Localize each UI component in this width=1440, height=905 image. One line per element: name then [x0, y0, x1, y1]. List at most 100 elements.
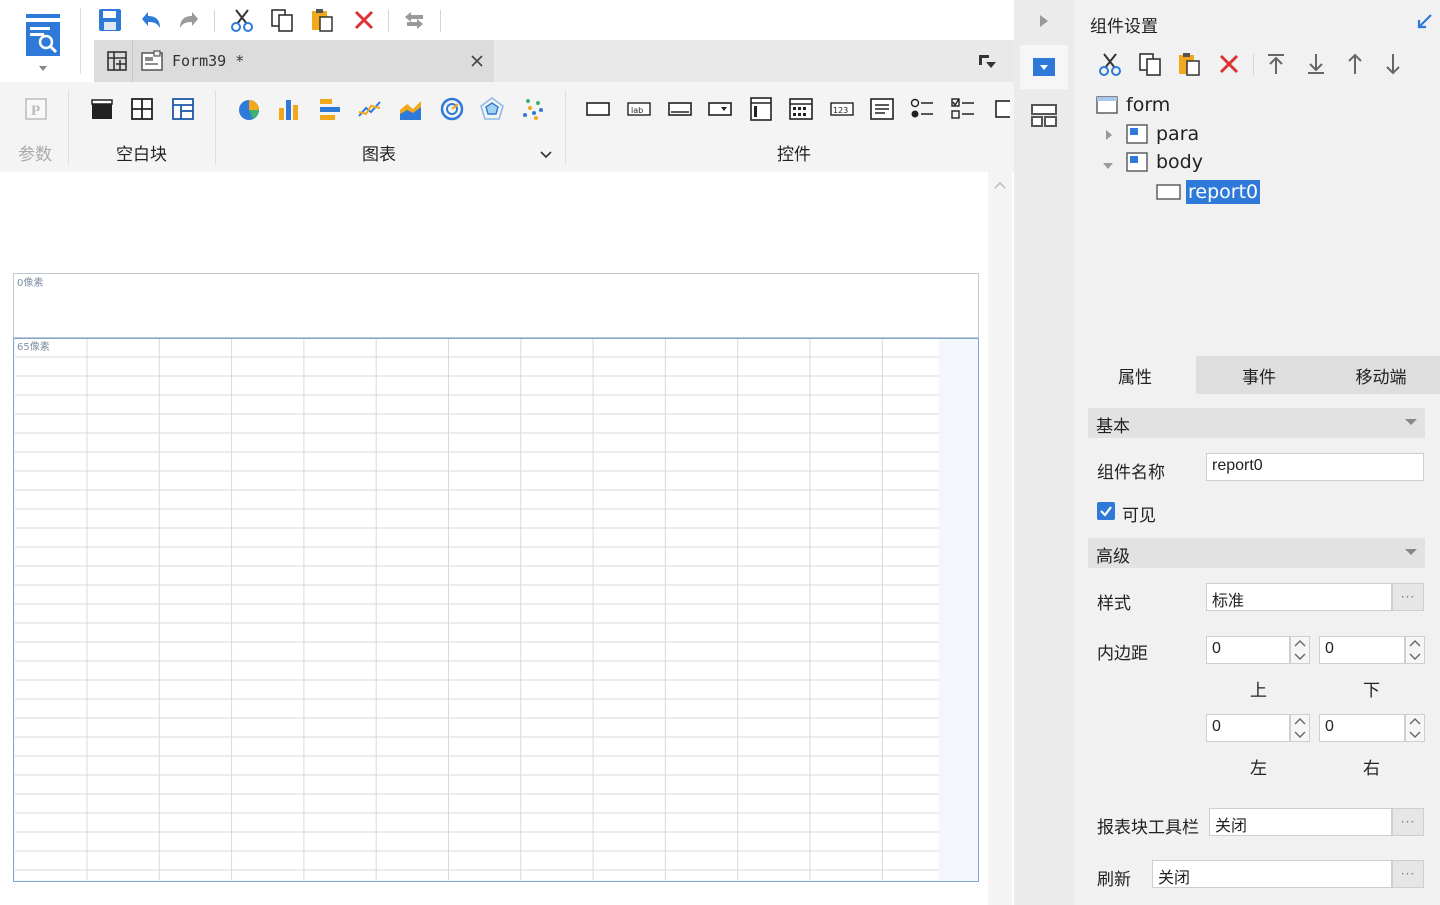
- close-tab-icon[interactable]: [469, 53, 485, 73]
- tree-node-form[interactable]: form: [1096, 94, 1170, 116]
- tab-properties[interactable]: 属性: [1074, 356, 1196, 394]
- component-name-input[interactable]: report0: [1206, 453, 1424, 481]
- copy-button[interactable]: [268, 6, 296, 34]
- button-widget[interactable]: [585, 96, 611, 122]
- component-settings-tab[interactable]: [1020, 45, 1068, 89]
- gauge-chart-button[interactable]: [439, 96, 465, 122]
- delete-button[interactable]: [350, 6, 378, 34]
- line-chart-button[interactable]: [357, 96, 383, 122]
- padding-bottom-caption: 下: [1363, 681, 1380, 701]
- top-toolbar: [88, 0, 1014, 40]
- tab-events[interactable]: 事件: [1198, 356, 1320, 394]
- move-down-button[interactable]: [1379, 50, 1407, 78]
- advanced-section-header[interactable]: 高级: [1088, 538, 1425, 568]
- padding-top-input[interactable]: 0: [1206, 636, 1290, 664]
- redo-button[interactable]: [176, 6, 204, 34]
- collapse-body-arrow-icon[interactable]: [1102, 160, 1114, 175]
- list-box-widget[interactable]: [748, 96, 774, 122]
- text-field-icon: [668, 102, 692, 116]
- radio-group-widget[interactable]: [909, 96, 935, 122]
- expand-para-arrow-icon[interactable]: [1104, 129, 1114, 145]
- padding-bottom-input[interactable]: 0: [1319, 636, 1405, 664]
- tab-bar: Form39 *: [94, 40, 1014, 82]
- chart-group-label: 图表: [362, 145, 396, 165]
- collapse-panel-icon[interactable]: [1416, 12, 1434, 34]
- checkbox-group-widget[interactable]: [950, 96, 976, 122]
- style-more-button[interactable]: ···: [1392, 583, 1424, 611]
- padding-right-input[interactable]: 0: [1319, 714, 1405, 742]
- template-grid-icon[interactable]: [106, 50, 128, 76]
- dropdown-widget[interactable]: [707, 96, 733, 122]
- collapse-arrow-icon[interactable]: [1038, 14, 1050, 32]
- bar-chart-button[interactable]: [276, 96, 302, 122]
- more-widget-partial[interactable]: [990, 96, 1010, 122]
- redo-icon: [180, 12, 198, 28]
- move-to-top-button[interactable]: [1262, 50, 1290, 78]
- undo-button[interactable]: [136, 6, 164, 34]
- controls-group-label: 控件: [777, 145, 811, 165]
- padding-top-stepper[interactable]: [1290, 636, 1310, 664]
- refresh-more-button[interactable]: ···: [1392, 860, 1424, 888]
- horizontal-bar-chart-button[interactable]: [317, 96, 343, 122]
- move-up-button[interactable]: [1341, 50, 1369, 78]
- visible-checkbox[interactable]: [1097, 502, 1115, 524]
- move-to-bottom-button[interactable]: [1302, 50, 1330, 78]
- date-widget[interactable]: [788, 96, 814, 122]
- tree-delete-button[interactable]: [1215, 50, 1243, 78]
- label-widget[interactable]: lab: [626, 96, 652, 122]
- tab-mobile[interactable]: 移动端: [1320, 356, 1440, 394]
- basic-section-header[interactable]: 基本: [1088, 408, 1425, 438]
- block-filled-icon: [91, 99, 113, 119]
- component-settings-panel: 组件设置 form para body report0 属性 事件 移动端 基本…: [1074, 0, 1440, 905]
- report-toolbar-more-button[interactable]: ···: [1392, 808, 1424, 836]
- properties-panel: 基本 组件名称 report0 可见 高级 样式 标准 ··· 内边距 0 0: [1074, 394, 1440, 905]
- chart-expand-chevron-icon[interactable]: [540, 148, 552, 163]
- swap-button[interactable]: [400, 6, 428, 34]
- tab-events-label: 事件: [1242, 367, 1276, 388]
- move-bottom-icon: [1308, 54, 1324, 74]
- report-toolbar-label: 报表块工具栏: [1097, 818, 1199, 838]
- cut-button[interactable]: [228, 6, 256, 34]
- scatter-chart-button[interactable]: [520, 96, 546, 122]
- report-toolbar-input[interactable]: 关闭: [1209, 808, 1392, 836]
- property-tabs: 属性 事件 移动端: [1074, 356, 1440, 394]
- refresh-label: 刷新: [1097, 870, 1131, 890]
- vertical-scrollbar[interactable]: [988, 172, 1012, 905]
- refresh-input[interactable]: 关闭: [1152, 860, 1392, 888]
- text-area-widget[interactable]: [869, 96, 895, 122]
- pie-chart-button[interactable]: [236, 96, 262, 122]
- save-button[interactable]: [96, 6, 124, 34]
- paste-button[interactable]: [308, 6, 336, 34]
- tree-paste-button[interactable]: [1175, 50, 1203, 78]
- param-p-icon[interactable]: P: [23, 96, 49, 122]
- copy-icon: [271, 9, 293, 32]
- layout-panel-icon[interactable]: [1030, 102, 1058, 132]
- scroll-up-chevron-icon[interactable]: [994, 178, 1006, 193]
- tree-cut-button[interactable]: [1096, 50, 1124, 78]
- number-widget[interactable]: 123: [829, 96, 855, 122]
- tree-node-report0[interactable]: report0: [1156, 180, 1261, 204]
- para-block[interactable]: 0像素: [13, 273, 979, 338]
- absolute-block-button[interactable]: [89, 96, 115, 122]
- tree-copy-button[interactable]: [1136, 50, 1164, 78]
- tree-node-body[interactable]: body: [1126, 151, 1203, 173]
- main-menu-button[interactable]: [14, 8, 72, 78]
- tab-list-icon[interactable]: [977, 53, 997, 75]
- split-block-button[interactable]: [129, 96, 155, 122]
- padding-left-input[interactable]: 0: [1206, 714, 1290, 742]
- text-field-widget[interactable]: [667, 96, 693, 122]
- padding-right-stepper[interactable]: [1405, 714, 1425, 742]
- radar-chart-button[interactable]: [479, 96, 505, 122]
- tab-form39[interactable]: Form39 *: [94, 40, 494, 82]
- tree-node-para[interactable]: para: [1126, 123, 1199, 145]
- padding-bottom-stepper[interactable]: [1405, 636, 1425, 664]
- padding-top-caption: 上: [1250, 681, 1267, 701]
- toolbar-divider: [440, 10, 441, 32]
- delete-icon: [354, 10, 374, 30]
- style-input[interactable]: 标准: [1206, 583, 1392, 611]
- report0-grid[interactable]: [15, 339, 939, 880]
- area-chart-button[interactable]: [398, 96, 424, 122]
- tab-block-button[interactable]: [170, 96, 196, 122]
- component-ribbon: P 参数 空白块 图表 lab 123 控件: [0, 82, 1014, 172]
- padding-left-stepper[interactable]: [1290, 714, 1310, 742]
